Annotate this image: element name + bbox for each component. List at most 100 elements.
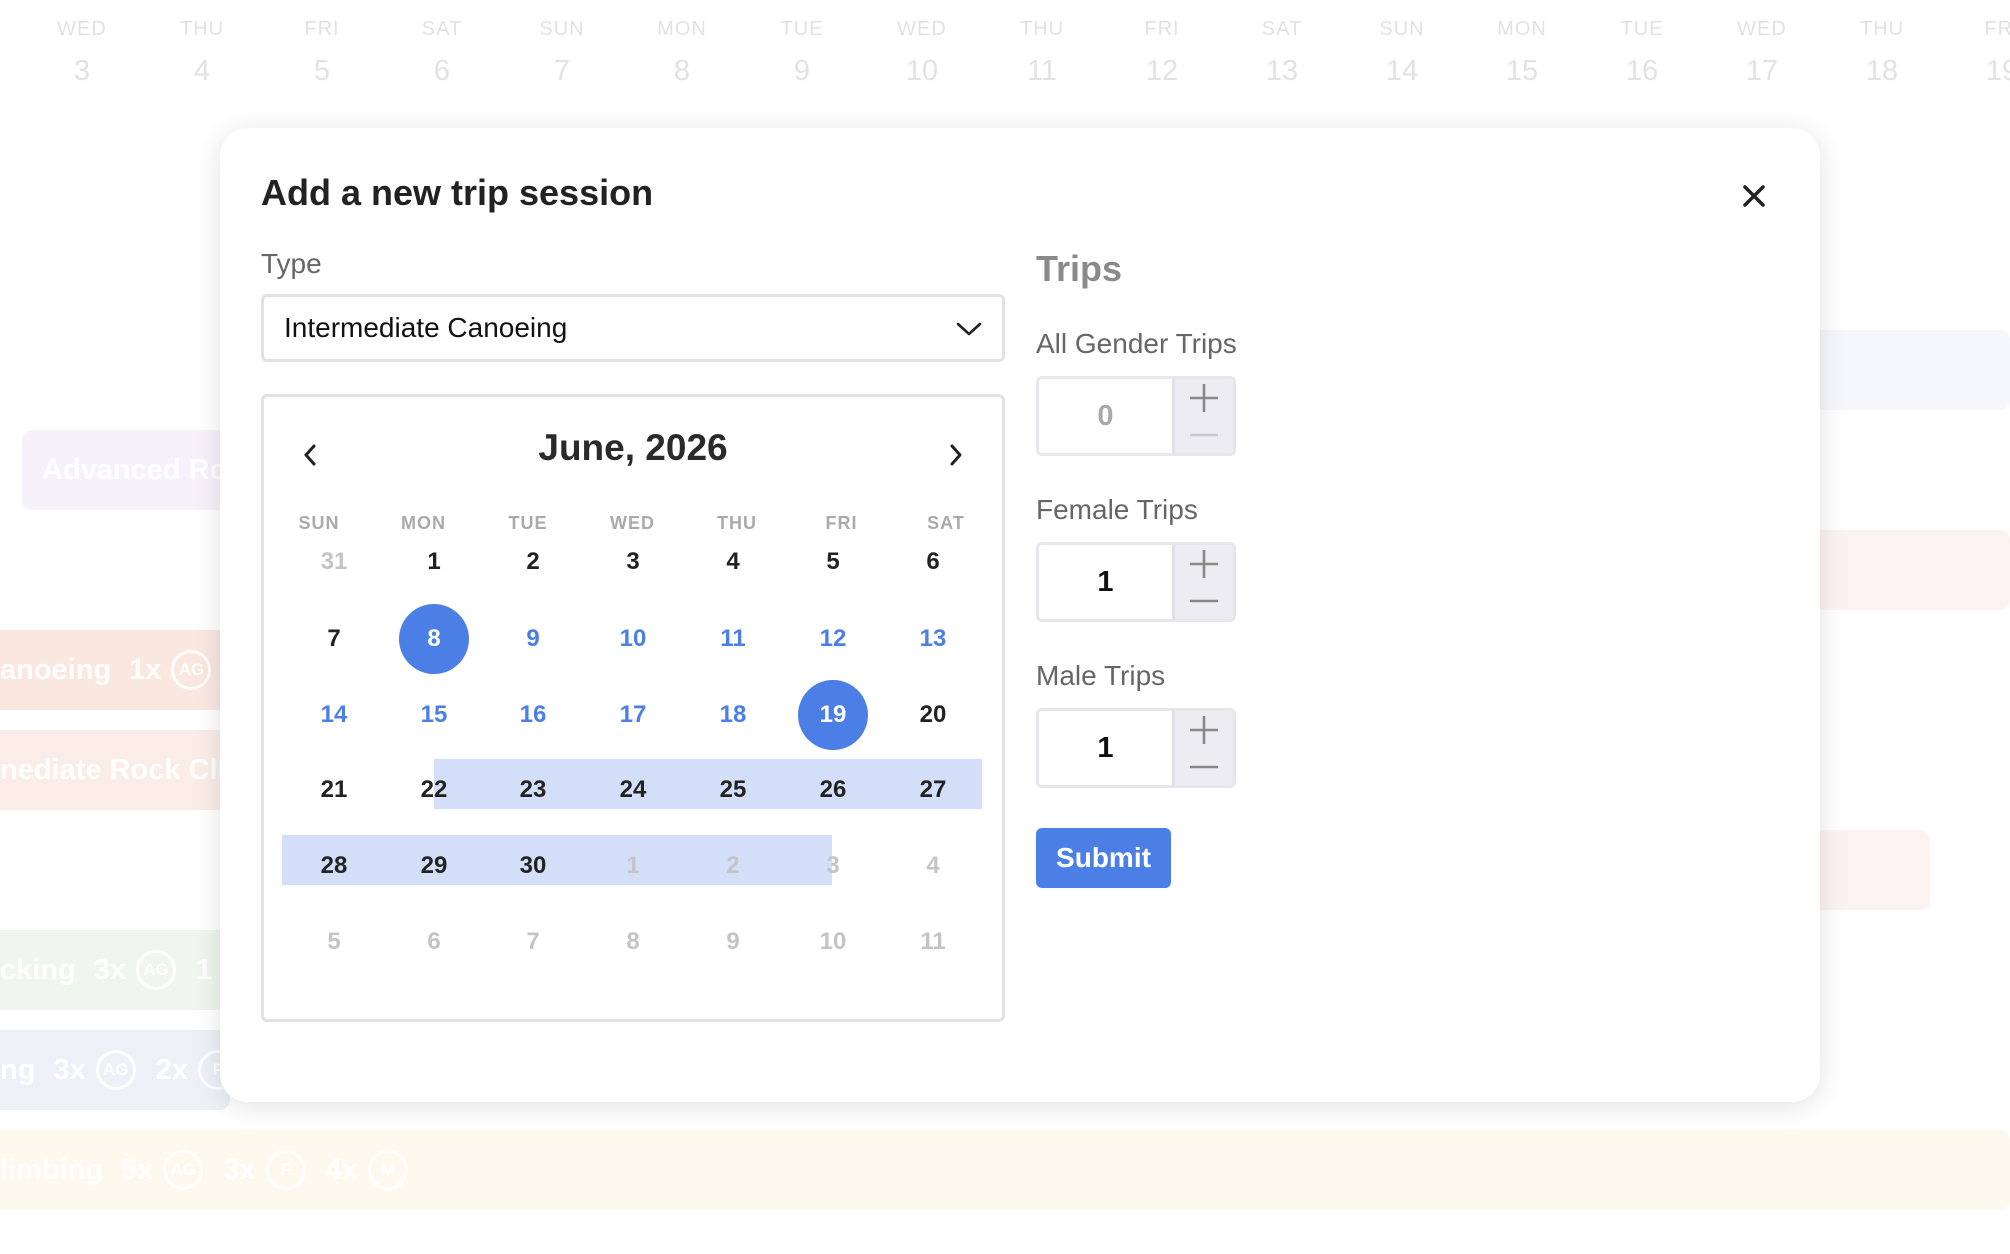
calendar-day[interactable]: 5 xyxy=(299,907,369,977)
session-name: limbing xyxy=(0,1153,104,1186)
calendar-day[interactable]: 24 xyxy=(598,755,668,825)
calendar-day[interactable]: 11 xyxy=(698,604,768,674)
calendar-day[interactable]: 25 xyxy=(698,755,768,825)
calendar-day[interactable]: 15 xyxy=(399,680,469,750)
schedule-day-header: TUE 16 xyxy=(1582,18,1702,88)
schedule-day-number: 9 xyxy=(793,55,811,87)
female-trips-stepper: 1 xyxy=(1036,542,1236,622)
calendar-day[interactable]: 9 xyxy=(698,907,768,977)
calendar-day[interactable]: 31 xyxy=(299,527,369,597)
male-trips-label: Male Trips xyxy=(1036,660,1166,691)
calendar-day-selected[interactable]: 19 xyxy=(798,680,868,750)
schedule-day-of-week: MON xyxy=(657,18,707,40)
calendar-day[interactable]: 10 xyxy=(598,604,668,674)
type-select[interactable]: Intermediate Canoeing xyxy=(261,294,1005,362)
calendar-day[interactable]: 6 xyxy=(898,527,968,597)
calendar-day[interactable]: 2 xyxy=(498,527,568,597)
calendar-day[interactable]: 8 xyxy=(598,907,668,977)
schedule-day-number: 14 xyxy=(1385,55,1419,87)
session-count: 2x xyxy=(155,1053,188,1086)
male-decrement-button[interactable] xyxy=(1175,748,1233,785)
calendar-day[interactable]: 20 xyxy=(898,680,968,750)
calendar-day[interactable]: 22 xyxy=(399,755,469,825)
schedule-day-number: 12 xyxy=(1145,55,1179,87)
calendar-day[interactable]: 7 xyxy=(299,604,369,674)
calendar-day[interactable]: 2 xyxy=(698,831,768,901)
schedule-session-label: anoeing 1x AG xyxy=(0,630,231,710)
schedule-day-header: THU 11 xyxy=(982,18,1102,88)
calendar-day[interactable]: 1 xyxy=(598,831,668,901)
add-trip-session-modal: Add a new trip session Type Intermediate… xyxy=(220,128,1820,1102)
gender-chip: M xyxy=(367,1150,408,1190)
calendar-day[interactable]: 4 xyxy=(698,527,768,597)
all-gender-increment-button[interactable] xyxy=(1175,379,1233,416)
submit-button[interactable]: Submit xyxy=(1036,828,1171,888)
calendar-day[interactable]: 18 xyxy=(698,680,768,750)
calendar-day[interactable]: 12 xyxy=(798,604,868,674)
schedule-session-bar[interactable]: anoeing 1x AG xyxy=(0,630,250,710)
schedule-day-number: 11 xyxy=(1026,55,1058,87)
calendar-day[interactable]: 28 xyxy=(299,831,369,901)
all-gender-trips-stepper: 0 xyxy=(1036,376,1236,456)
session-count: 5x xyxy=(121,1153,154,1186)
calendar-day[interactable]: 26 xyxy=(798,755,868,825)
female-increment-button[interactable] xyxy=(1175,545,1233,582)
calendar-day[interactable]: 14 xyxy=(299,680,369,750)
schedule-session-bar[interactable]: cking 3x AG 1 xyxy=(0,930,230,1010)
calendar-day[interactable]: 4 xyxy=(898,831,968,901)
calendar-day[interactable]: 9 xyxy=(498,604,568,674)
calendar-day[interactable]: 1 xyxy=(399,527,469,597)
calendar-day[interactable]: 23 xyxy=(498,755,568,825)
schedule-day-of-week: WED xyxy=(897,18,947,40)
modal-title: Add a new trip session xyxy=(261,172,654,213)
calendar-day[interactable]: 10 xyxy=(798,907,868,977)
schedule-day-of-week: SUN xyxy=(539,18,585,40)
calendar-day[interactable]: 29 xyxy=(399,831,469,901)
male-increment-button[interactable] xyxy=(1175,711,1233,748)
schedule-day-of-week: FRI xyxy=(1144,18,1180,40)
schedule-day-of-week: TUE xyxy=(1620,18,1664,40)
schedule-day-number: 13 xyxy=(1265,55,1299,87)
calendar-day[interactable]: 16 xyxy=(498,680,568,750)
male-trips-input[interactable]: 1 xyxy=(1039,711,1172,785)
schedule-day-number: 18 xyxy=(1865,55,1899,87)
minus-icon xyxy=(1190,765,1218,768)
schedule-day-number: 8 xyxy=(673,55,691,87)
schedule-session-bar[interactable]: nediate Rock Cli xyxy=(0,730,250,810)
schedule-day-header: SUN 7 xyxy=(502,18,622,88)
calendar-day[interactable]: 17 xyxy=(598,680,668,750)
session-count: 3x xyxy=(53,1053,86,1086)
all-gender-decrement-button[interactable] xyxy=(1175,416,1233,453)
calendar-day[interactable]: 21 xyxy=(299,755,369,825)
gender-chip: AG xyxy=(171,650,212,690)
female-decrement-button[interactable] xyxy=(1175,582,1233,619)
calendar-day[interactable]: 7 xyxy=(498,907,568,977)
calendar-day[interactable]: 13 xyxy=(898,604,968,674)
schedule-session-bar[interactable]: limbing 5x AG 3x F 4x M xyxy=(0,1130,2010,1210)
calendar-day-selected[interactable]: 8 xyxy=(399,604,469,674)
calendar-day[interactable]: 6 xyxy=(399,907,469,977)
schedule-day-header: SAT 13 xyxy=(1222,18,1342,88)
calendar-day[interactable]: 3 xyxy=(598,527,668,597)
session-name: cking xyxy=(0,953,76,986)
close-button[interactable] xyxy=(1734,176,1774,216)
female-trips-input[interactable]: 1 xyxy=(1039,545,1172,619)
next-month-button[interactable] xyxy=(936,435,976,475)
session-name: anoeing xyxy=(0,653,112,686)
schedule-day-header: FRI 19 xyxy=(1942,18,2010,88)
calendar-day[interactable]: 3 xyxy=(798,831,868,901)
schedule-day-of-week: FRI xyxy=(304,18,340,40)
schedule-day-number: 15 xyxy=(1505,55,1539,87)
calendar-day[interactable]: 5 xyxy=(798,527,868,597)
all-gender-trips-input[interactable]: 0 xyxy=(1039,379,1172,453)
schedule-day-header: THU 18 xyxy=(1822,18,1942,88)
calendar-day[interactable]: 27 xyxy=(898,755,968,825)
schedule-day-header: SUN 14 xyxy=(1342,18,1462,88)
schedule-session-label: cking 3x AG 1 xyxy=(0,930,212,1010)
schedule-day-of-week: SAT xyxy=(421,18,463,40)
schedule-day-header: FRI 5 xyxy=(262,18,382,88)
calendar-day[interactable]: 11 xyxy=(898,907,968,977)
minus-icon xyxy=(1190,599,1218,602)
schedule-session-bar[interactable]: ng 3x AG 2x F xyxy=(0,1030,230,1110)
calendar-day[interactable]: 30 xyxy=(498,831,568,901)
